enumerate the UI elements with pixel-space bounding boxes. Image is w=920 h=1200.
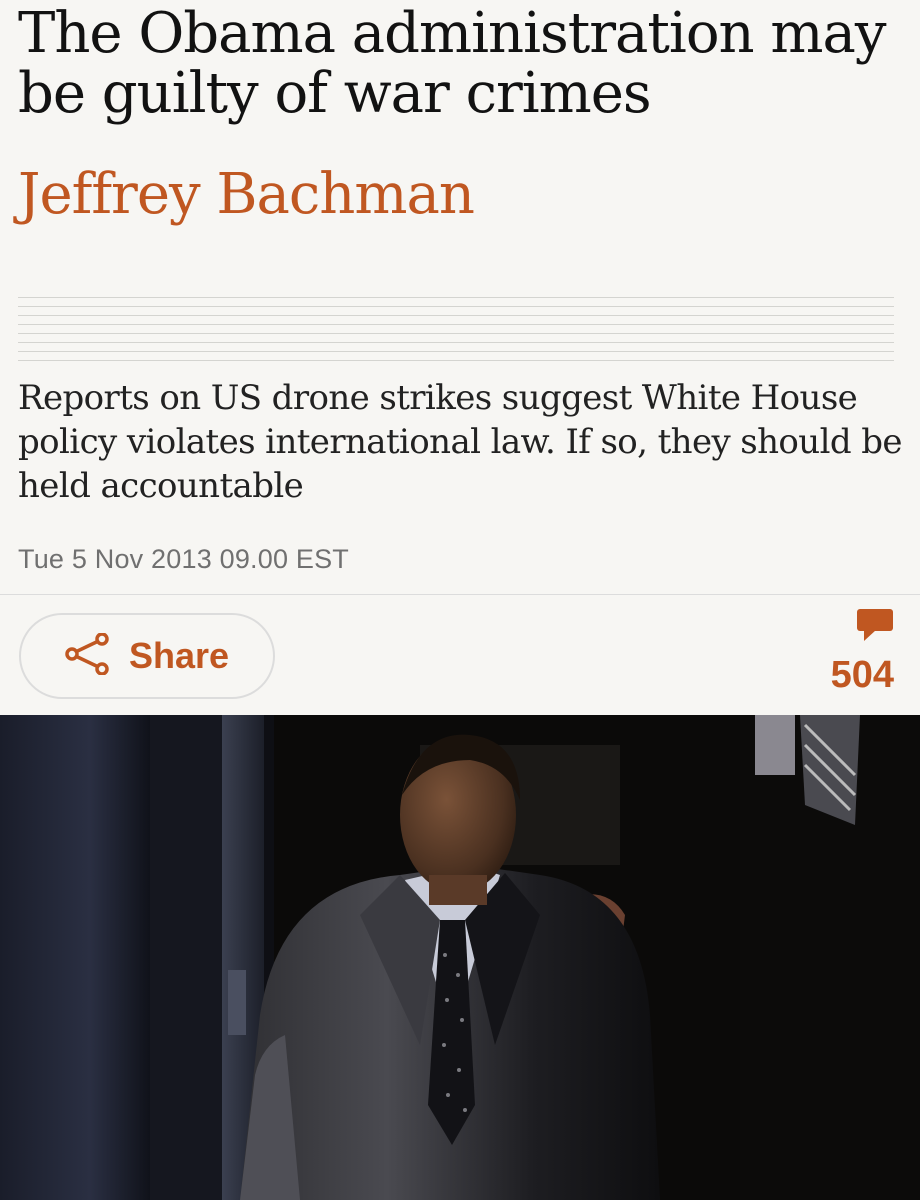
publish-date: Tue 5 Nov 2013 09.00 EST: [18, 544, 350, 574]
speech-bubble-icon: [856, 608, 894, 646]
article-page: The Obama administration may be guilty o…: [0, 0, 920, 1200]
article-headline: The Obama administration may be guilty o…: [18, 1, 887, 126]
share-label: Share: [128, 635, 230, 676]
comments-link[interactable]: 504: [794, 608, 894, 698]
author-byline[interactable]: Jeffrey Bachman: [18, 162, 475, 228]
share-icon: [65, 632, 111, 679]
share-button[interactable]: Share: [19, 613, 275, 699]
divider: [0, 594, 920, 595]
article-standfirst: Reports on US drone strikes suggest Whit…: [18, 378, 903, 506]
comment-count: 504: [830, 654, 894, 696]
article-photo: [0, 715, 920, 1200]
decorative-rules: [18, 297, 894, 361]
